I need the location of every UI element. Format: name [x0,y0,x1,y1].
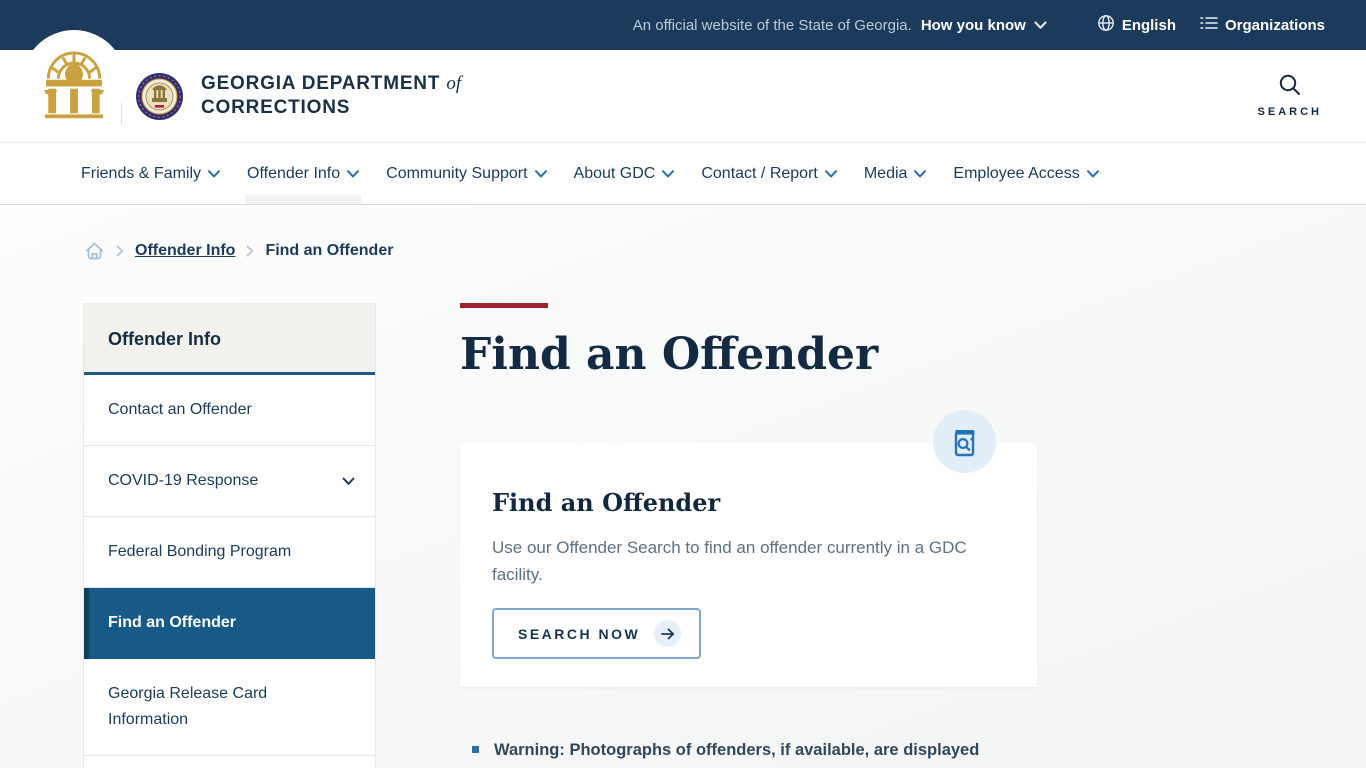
org-list-icon [1200,15,1218,35]
sidebar-item-incarcerated-veterans[interactable]: Incarcerated Veterans [84,756,375,768]
nav-community-support[interactable]: Community Support [386,143,547,204]
home-icon[interactable] [84,241,105,261]
chevron-down-icon [342,477,355,485]
brand-line2: CORRECTIONS [201,97,351,118]
how-you-know-toggle[interactable]: How you know [921,17,1047,34]
how-you-know-label: How you know [920,16,1026,34]
site-brand[interactable]: GEORGIA DEPARTMENT of CORRECTIONS [201,72,461,120]
topbar-right-group: English Organizations [1097,14,1325,36]
chevron-down-icon [208,169,221,177]
document-search-icon [933,410,996,473]
georgia-arch-logo[interactable] [22,30,126,134]
sidebar-item-find-an-offender[interactable]: Find an Offender [84,588,375,659]
chevron-down-icon [347,169,360,177]
site-header: GEORGIA DEPARTMENT of CORRECTIONS SEARCH [0,30,1366,143]
chevron-down-icon [914,169,927,177]
chevron-down-icon [1086,169,1099,177]
gdc-seal [135,72,184,126]
chevron-right-icon [247,245,254,257]
warning-text: Warning: Photographs of offenders, if av… [494,741,980,759]
page-content: Offender Info Find an Offender Offender … [0,205,1366,768]
header-search-button[interactable]: SEARCH [1258,72,1322,118]
nav-contact-report[interactable]: Contact / Report [701,143,837,204]
chevron-down-icon [1034,17,1047,34]
card-inner: Find an Offender Use our Offender Search… [460,443,1037,659]
chevron-down-icon [824,169,837,177]
language-label: English [1121,16,1176,34]
government-banner: An official website of the State of Geor… [0,0,1366,50]
search-now-label: SEARCH NOW [518,625,641,642]
warning-list-item: Warning: Photographs of offenders, if av… [472,739,1032,761]
nav-media[interactable]: Media [864,143,927,204]
sidebar-item-covid-19-response[interactable]: COVID-19 Response [84,446,375,517]
sidebar-item-georgia-release-card[interactable]: Georgia Release Card Information [84,659,375,756]
card-description: Use our Offender Search to find an offen… [492,538,967,584]
chevron-down-icon [534,169,547,177]
organizations-button[interactable]: Organizations [1200,15,1325,35]
search-icon [1277,72,1303,101]
breadcrumb-current: Find an Offender [265,242,394,259]
nav-offender-info[interactable]: Offender Info [245,143,362,204]
search-label: SEARCH [1257,106,1322,118]
page-title: Find an Offender [460,329,879,380]
organizations-label: Organizations [1224,16,1325,34]
brand-line1: GEORGIA DEPARTMENT [201,73,441,94]
nav-about-gdc[interactable]: About GDC [574,143,675,204]
breadcrumb: Offender Info Find an Offender [84,241,393,261]
brand-of: of [446,73,462,94]
section-sidebar: Offender Info Contact an Offender COVID-… [83,303,376,768]
active-nav-indicator [245,195,362,204]
official-site-text: An official website of the State of Geor… [632,16,912,34]
square-bullet-icon [472,746,479,753]
arrow-right-icon [654,620,682,647]
sidebar-item-contact-an-offender[interactable]: Contact an Offender [84,375,375,446]
globe-icon [1097,14,1115,36]
breadcrumb-offender-info[interactable]: Offender Info [135,242,235,260]
card-title: Find an Offender [492,488,721,517]
chevron-right-icon [116,245,124,257]
main-navigation: Friends & Family Offender Info Community… [0,143,1366,205]
sidebar-title: Offender Info [84,304,375,375]
language-button[interactable]: English [1097,14,1176,36]
find-offender-card: Find an Offender Use our Offender Search… [460,410,1037,687]
nav-friends-and-family[interactable]: Friends & Family [81,143,221,204]
sidebar-item-federal-bonding-program[interactable]: Federal Bonding Program [84,517,375,588]
chevron-down-icon [662,169,675,177]
gdc-find-an-offender-page: An official website of the State of Geor… [0,0,1366,768]
nav-employee-access[interactable]: Employee Access [953,143,1099,204]
search-now-button[interactable]: SEARCH NOW [492,608,702,659]
title-accent-bar [460,303,548,308]
